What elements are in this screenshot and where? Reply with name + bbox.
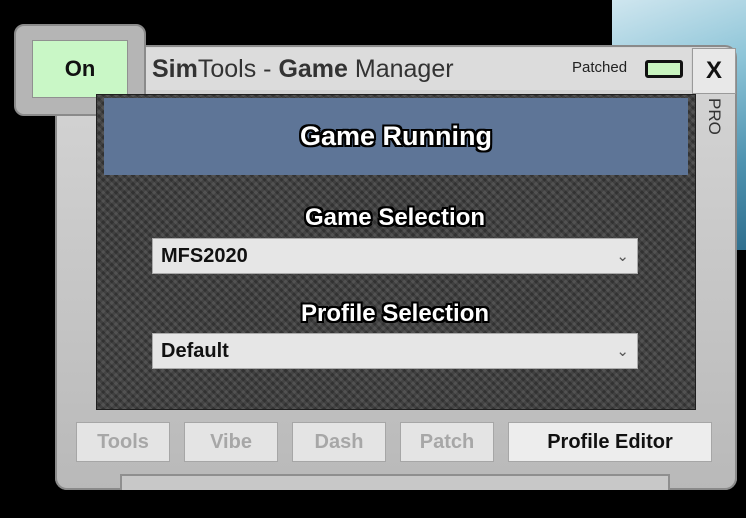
on-button[interactable]: On (32, 40, 128, 98)
close-icon: X (705, 57, 722, 84)
patch-button[interactable]: Patch (400, 422, 494, 462)
pro-tab[interactable]: PRO (700, 98, 724, 135)
profile-selection-label: Profile Selection (300, 300, 490, 327)
game-selection-dropdown[interactable]: MFS2020 ⌄ (152, 238, 638, 274)
patched-indicator-icon (645, 60, 683, 78)
game-selection-value: MFS2020 (161, 244, 248, 267)
profile-selection-value: Default (161, 339, 229, 362)
profile-editor-button[interactable]: Profile Editor (508, 422, 712, 462)
chevron-down-icon: ⌄ (616, 343, 629, 360)
status-text: Game Running (299, 121, 492, 151)
profile-selection-dropdown[interactable]: Default ⌄ (152, 333, 638, 369)
chevron-down-icon: ⌄ (616, 248, 629, 265)
bottom-handle[interactable] (120, 474, 670, 490)
vibe-button[interactable]: Vibe (184, 422, 278, 462)
game-selection-label: Game Selection (304, 204, 486, 231)
tools-button[interactable]: Tools (76, 422, 170, 462)
window-title: SimTools - Game Manager (152, 55, 454, 83)
close-button[interactable]: X (692, 48, 736, 94)
patched-label: Patched (572, 59, 628, 76)
dash-button[interactable]: Dash (292, 422, 386, 462)
status-banner: Game Running (104, 98, 688, 175)
